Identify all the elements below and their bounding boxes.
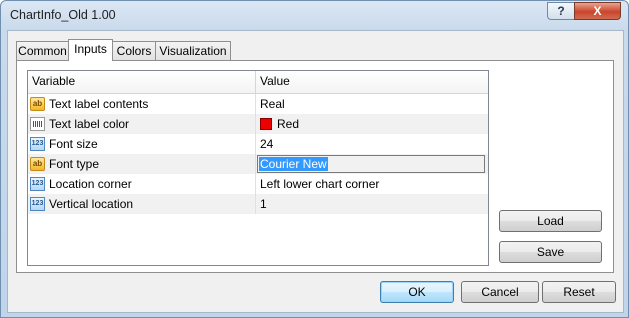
dialog-window: ChartInfo_Old 1.00 ? X Common Inputs Col…: [0, 0, 629, 318]
ok-button[interactable]: OK: [380, 281, 454, 303]
tab-inputs[interactable]: Inputs: [68, 39, 113, 61]
cancel-button[interactable]: Cancel: [461, 281, 539, 303]
title-bar[interactable]: ChartInfo_Old 1.00 ? X: [1, 1, 628, 31]
selected-text: Courier New: [259, 157, 328, 171]
load-button[interactable]: Load: [499, 210, 602, 232]
save-button[interactable]: Save: [499, 241, 602, 263]
window-title: ChartInfo_Old 1.00: [10, 8, 116, 22]
grid-header: Variable Value: [28, 71, 488, 94]
inputs-panel: Variable Value ab Text label contents Re…: [16, 60, 614, 273]
inputs-grid: Variable Value ab Text label contents Re…: [27, 70, 489, 266]
numeric-icon: 123: [30, 137, 45, 151]
reset-button[interactable]: Reset: [542, 281, 616, 303]
value-cell[interactable]: 24: [256, 134, 488, 154]
value-cell[interactable]: Red: [256, 114, 488, 134]
tab-common[interactable]: Common: [16, 41, 69, 60]
table-row[interactable]: ab Font type Courier New: [28, 154, 488, 174]
tab-colors[interactable]: Colors: [112, 41, 156, 60]
table-row[interactable]: ab Text label contents Real: [28, 94, 488, 114]
variable-name: Text label contents: [49, 97, 149, 111]
variable-name: Location corner: [49, 177, 132, 191]
column-header-value[interactable]: Value: [256, 71, 290, 93]
numeric-icon: 123: [30, 177, 45, 191]
variable-name: Vertical location: [49, 197, 134, 211]
variable-name: Font size: [49, 137, 98, 151]
color-icon: [30, 117, 45, 131]
value-cell[interactable]: Left lower chart corner: [256, 174, 488, 194]
value-text: Red: [277, 117, 300, 131]
table-row[interactable]: 123 Location corner Left lower chart cor…: [28, 174, 488, 194]
font-type-input[interactable]: Courier New: [257, 155, 485, 173]
tab-visualization[interactable]: Visualization: [155, 41, 231, 60]
variable-name: Text label color: [49, 117, 130, 131]
numeric-icon: 123: [30, 197, 45, 211]
column-header-variable[interactable]: Variable: [28, 71, 256, 93]
help-button[interactable]: ?: [547, 2, 575, 20]
table-row[interactable]: 123 Vertical location 1: [28, 194, 488, 214]
dialog-body: Common Inputs Colors Visualization Varia…: [7, 30, 624, 313]
table-row[interactable]: Text label color Red: [28, 114, 488, 134]
red-color-swatch: [260, 118, 272, 130]
ab-string-icon: ab: [30, 97, 45, 111]
ab-string-icon: ab: [30, 157, 45, 171]
table-row[interactable]: 123 Font size 24: [28, 134, 488, 154]
variable-name: Font type: [49, 157, 100, 171]
value-cell[interactable]: 1: [256, 194, 488, 214]
value-cell[interactable]: Real: [256, 94, 488, 114]
close-button[interactable]: X: [574, 2, 621, 20]
